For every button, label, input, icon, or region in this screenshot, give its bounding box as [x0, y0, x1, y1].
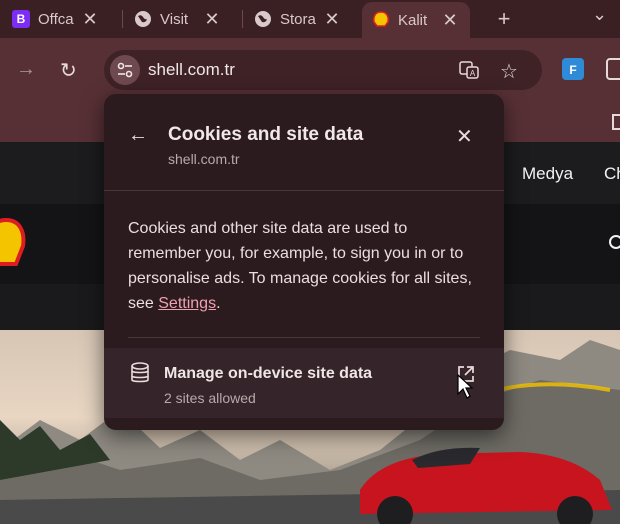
back-arrow-icon[interactable]: ← — [128, 124, 148, 147]
forward-button[interactable]: → — [16, 58, 36, 81]
tab-visit[interactable]: Visit ✕ — [134, 4, 222, 34]
tab-title: Visit — [160, 10, 189, 28]
tab-search-icon[interactable]: ⌄ — [592, 4, 607, 25]
tab-stora[interactable]: Stora ✕ — [254, 4, 342, 34]
database-icon — [131, 362, 149, 383]
site-info-button[interactable] — [110, 55, 140, 85]
tab-strip: B Offca ✕ Visit ✕ Stora ✕ Kalit ✕ + ⌄ — [0, 0, 620, 38]
globe-icon — [254, 10, 272, 28]
popup-subtitle: shell.com.tr — [168, 151, 240, 167]
settings-link[interactable]: Settings — [158, 295, 216, 312]
close-tab-icon[interactable]: ✕ — [322, 9, 342, 30]
manage-site-data-row[interactable]: Manage on-device site data 2 sites allow… — [104, 348, 504, 418]
cookies-description: Cookies and other site data are used to … — [128, 216, 484, 316]
tab-offca[interactable]: B Offca ✕ — [12, 4, 100, 34]
popup-title: Cookies and site data — [168, 124, 364, 145]
shell-logo-icon[interactable] — [0, 218, 26, 270]
manage-site-data-label: Manage on-device site data — [164, 365, 373, 382]
extension-icon[interactable]: F — [562, 58, 584, 80]
divider — [104, 190, 504, 191]
folder-icon[interactable] — [612, 114, 620, 130]
translate-icon[interactable]: A — [458, 59, 480, 86]
shell-logo-icon — [372, 11, 390, 29]
svg-text:A: A — [470, 69, 476, 78]
url-text: shell.com.tr — [148, 60, 235, 79]
cookies-site-data-popup: ← Cookies and site data shell.com.tr ✕ C… — [104, 94, 504, 430]
tab-separator — [122, 10, 123, 28]
tune-icon — [117, 62, 133, 78]
extensions-puzzle-icon[interactable] — [606, 58, 620, 80]
globe-icon — [134, 10, 152, 28]
svg-text:F: F — [569, 63, 576, 77]
close-tab-icon[interactable]: ✕ — [202, 9, 222, 30]
tab-kalit-active[interactable]: Kalit ✕ — [362, 2, 470, 38]
search-icon[interactable] — [606, 234, 620, 252]
close-tab-icon[interactable]: ✕ — [80, 9, 100, 30]
bookmark-star-icon[interactable]: ☆ — [500, 59, 518, 84]
tab-separator — [242, 10, 243, 28]
close-tab-icon[interactable]: ✕ — [440, 10, 460, 31]
tab-title: Kalit — [398, 11, 428, 29]
nav-link-medya[interactable]: Medya — [522, 164, 573, 184]
sites-allowed-count: 2 sites allowed — [164, 390, 256, 406]
close-icon[interactable]: ✕ — [456, 124, 473, 149]
divider — [128, 337, 480, 338]
tab-title: Stora — [280, 10, 316, 28]
reload-button[interactable]: ↻ — [60, 58, 77, 83]
new-tab-button[interactable]: + — [492, 6, 516, 32]
nav-link-ch[interactable]: Ch — [604, 164, 620, 184]
mouse-cursor-icon — [457, 374, 474, 399]
address-bar[interactable]: shell.com.tr A ☆ — [104, 50, 542, 90]
tab-title: Offca — [38, 10, 74, 28]
bootstrap-favicon-icon: B — [12, 10, 30, 28]
description-end: . — [216, 295, 221, 312]
